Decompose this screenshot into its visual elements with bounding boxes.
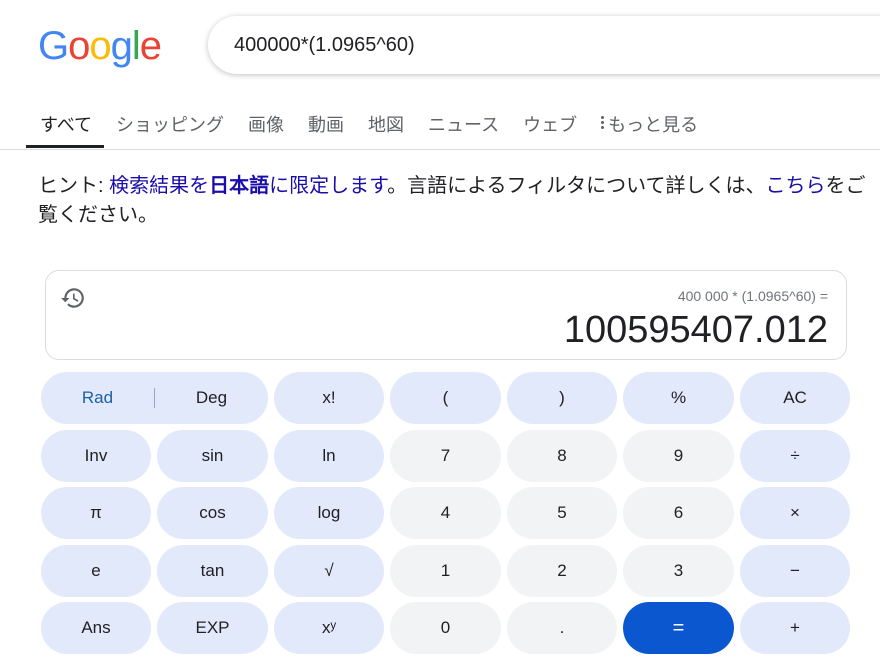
logo-letter: l (131, 24, 141, 68)
tab-more-label: もっと見る (608, 115, 699, 135)
logo-letter: e (139, 24, 162, 68)
tab-news[interactable]: ニュース (416, 100, 511, 148)
calc-result: 100595407.012 (563, 309, 828, 351)
tab-all[interactable]: すべて (26, 100, 105, 148)
all-clear-button[interactable]: AC (740, 372, 850, 424)
digit-9-button[interactable]: 9 (623, 430, 734, 482)
tab-shopping[interactable]: ショッピング (104, 100, 236, 148)
logo-letter: G (38, 24, 69, 68)
calc-expression: 400 000 * (1.0965^60) = (677, 288, 828, 304)
deg-button[interactable]: Deg (155, 388, 268, 408)
tab-web[interactable]: ウェブ (511, 100, 589, 148)
digit-0-button[interactable]: 0 (390, 602, 501, 654)
inverse-button[interactable]: Inv (41, 430, 151, 482)
digit-6-button[interactable]: 6 (623, 487, 734, 539)
google-search-page: Google すべて ショッピング 画像 動画 地図 ニュース ウェブ もっと見… (0, 0, 880, 672)
power-button[interactable]: xʸ (274, 602, 384, 654)
sqrt-button[interactable]: √ (274, 545, 384, 597)
search-input[interactable] (234, 33, 834, 57)
search-tabs: すべて ショッピング 画像 動画 地図 ニュース ウェブ もっと見る (26, 100, 710, 150)
digit-4-button[interactable]: 4 (390, 487, 501, 539)
plus-button[interactable]: + (740, 602, 850, 654)
tan-button[interactable]: tan (157, 545, 268, 597)
minus-button[interactable]: − (740, 545, 850, 597)
digit-7-button[interactable]: 7 (390, 430, 501, 482)
tab-more[interactable]: もっと見る (589, 100, 710, 148)
tabs-divider (0, 149, 880, 150)
digit-3-button[interactable]: 3 (623, 545, 734, 597)
logo-letter: o (89, 24, 111, 68)
hint-link-here[interactable]: こちら (766, 175, 826, 197)
hint-link-text: 検索結果を (109, 175, 210, 197)
divide-button[interactable]: ÷ (740, 430, 850, 482)
logo-letter: o (68, 24, 90, 68)
tab-images[interactable]: 画像 (236, 100, 296, 148)
factorial-button[interactable]: x! (274, 372, 384, 424)
rad-deg-toggle[interactable]: Rad Deg (41, 372, 268, 424)
tab-maps[interactable]: 地図 (356, 100, 416, 148)
multiply-button[interactable]: × (740, 487, 850, 539)
answer-button[interactable]: Ans (41, 602, 151, 654)
exp-button[interactable]: EXP (157, 602, 268, 654)
hint-link-text: に限定します (269, 175, 388, 197)
close-paren-button[interactable]: ) (507, 372, 617, 424)
hint-language: 日本語 (209, 175, 270, 197)
digit-1-button[interactable]: 1 (390, 545, 501, 597)
open-paren-button[interactable]: ( (390, 372, 501, 424)
log-button[interactable]: log (274, 487, 384, 539)
digit-5-button[interactable]: 5 (507, 487, 617, 539)
hint-link-restrict[interactable]: 検索結果を日本語に限定します (109, 175, 387, 197)
percent-button[interactable]: % (623, 372, 734, 424)
pi-button[interactable]: π (41, 487, 151, 539)
calculator-display: 400 000 * (1.0965^60) = 100595407.012 (45, 270, 847, 360)
history-icon[interactable] (60, 285, 86, 311)
decimal-point-button[interactable]: . (507, 602, 617, 654)
euler-button[interactable]: e (41, 545, 151, 597)
more-vert-icon (601, 116, 605, 129)
google-logo[interactable]: Google (38, 22, 162, 70)
hint-middle: 。言語によるフィルタについて詳しくは、 (387, 175, 766, 197)
ln-button[interactable]: ln (274, 430, 384, 482)
digit-8-button[interactable]: 8 (507, 430, 617, 482)
tab-videos[interactable]: 動画 (296, 100, 356, 148)
sin-button[interactable]: sin (157, 430, 268, 482)
logo-letter: g (110, 24, 133, 68)
digit-2-button[interactable]: 2 (507, 545, 617, 597)
cos-button[interactable]: cos (157, 487, 268, 539)
hint-prefix: ヒント: (38, 175, 110, 197)
rad-button[interactable]: Rad (41, 388, 154, 408)
equals-button[interactable]: = (623, 602, 734, 654)
search-box[interactable] (208, 16, 880, 74)
language-hint: ヒント: 検索結果を日本語に限定します。言語によるフィルタについて詳しくは、こち… (38, 172, 868, 230)
